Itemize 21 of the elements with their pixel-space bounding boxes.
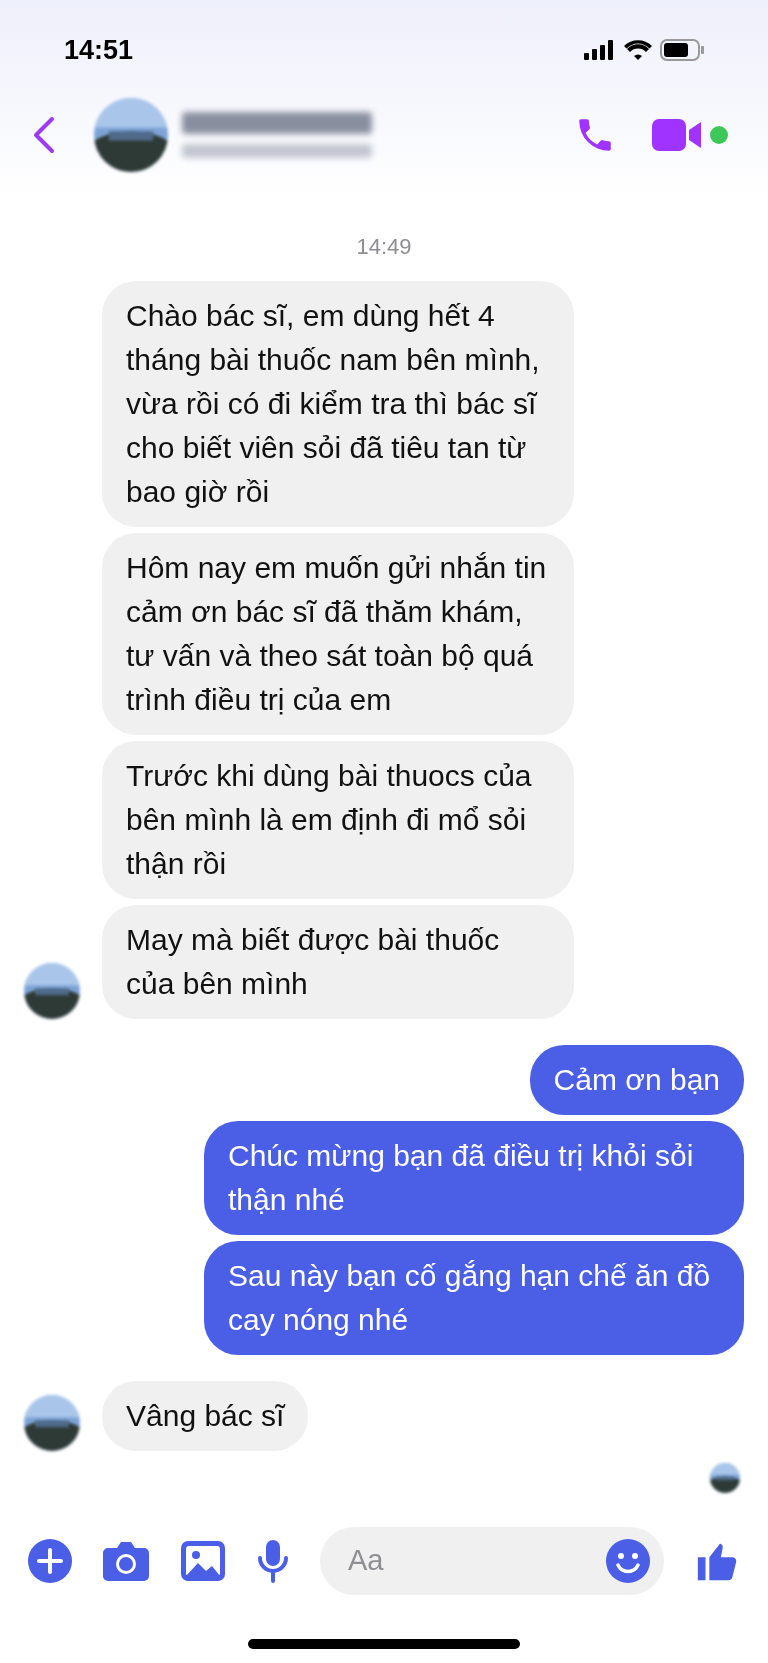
chat-timestamp: 14:49 [356, 233, 412, 261]
message-bubble: Chúc mừng bạn đã điều trị khỏi sỏi thận nhé [204, 1121, 744, 1235]
add-icon[interactable] [28, 1539, 72, 1583]
message-bubble: Cảm ơn bạn [529, 1045, 744, 1115]
microphone-icon[interactable] [256, 1538, 290, 1584]
online-status-icon [710, 126, 728, 144]
status-time: 14:51 [64, 33, 134, 67]
image-icon[interactable] [180, 1540, 226, 1582]
message-bubble: Vâng bác sĩ [102, 1381, 309, 1451]
message-bubble: May mà biết được bài thuốc của bên mình [102, 905, 574, 1019]
message-bubble: Trước khi dùng bài thuocs của bên mình là em định đi mổ sỏi thận rồi [102, 741, 574, 899]
message-bubble: Sau này bạn cố gắng hạn chế ăn đồ cay nóng nhé [204, 1241, 744, 1355]
video-call-icon[interactable] [652, 118, 704, 152]
message-input-field[interactable]: Aa [320, 1527, 664, 1595]
wifi-icon [624, 40, 652, 60]
emoji-icon[interactable] [606, 1539, 650, 1583]
signal-icon [584, 40, 616, 60]
camera-icon[interactable] [102, 1540, 150, 1582]
message-bubble: Hôm nay em muốn gửi nhắn tin cảm ơn bác sĩ đã thăm khám, tư vấn và theo sát toàn bộ quá trình điều trị của em [102, 533, 574, 735]
battery-icon [660, 39, 704, 61]
message-bubble: Chào bác sĩ, em dùng hết 4 tháng bài thuốc nam bên mình, vừa rồi có đi kiểm tra thì bác sĩ cho biết viên sỏi đã tiêu tan từ bao giờ rồi [102, 281, 574, 527]
